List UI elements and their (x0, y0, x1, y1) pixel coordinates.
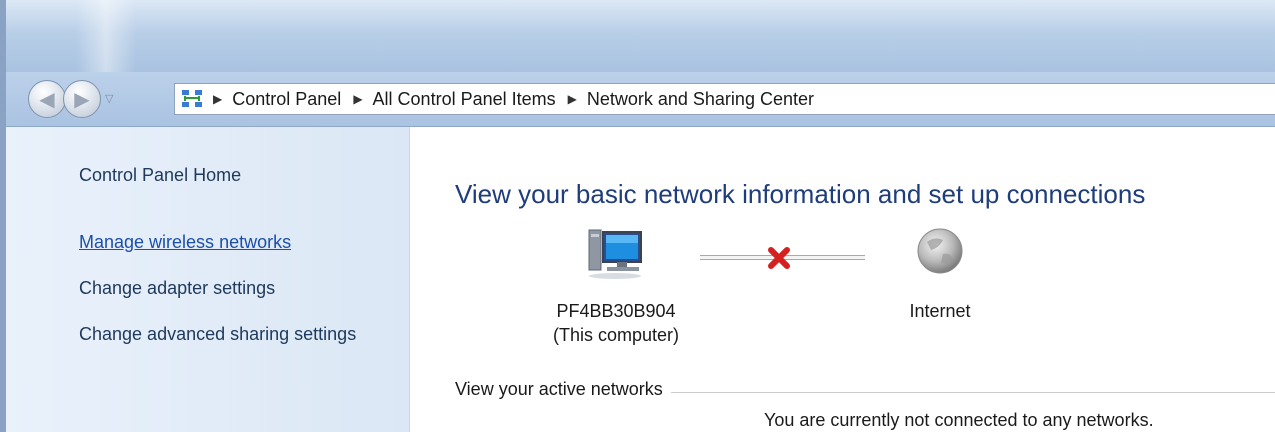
breadcrumb-separator-icon[interactable]: ▶ (353, 92, 362, 106)
breadcrumb-network-sharing[interactable]: Network and Sharing Center (587, 89, 814, 110)
internet-globe-icon[interactable] (915, 226, 965, 276)
breadcrumb-all-items[interactable]: All Control Panel Items (373, 89, 556, 110)
breadcrumb-separator-icon[interactable]: ▶ (213, 92, 222, 106)
computer-name: PF4BB30B904 (556, 301, 676, 321)
chevron-down-icon: ▽ (105, 93, 114, 105)
network-icon (181, 88, 203, 110)
back-button[interactable]: ◀ (28, 80, 66, 118)
explorer-window: ◀ ▶ ▽ ▶ Control Panel ▶ All Control Pane… (0, 0, 1275, 432)
forward-arrow-icon: ▶ (74, 88, 90, 111)
breadcrumb-separator-icon[interactable]: ▶ (568, 92, 577, 106)
title-bar-sheen (76, 0, 136, 72)
main-content: View your basic network information and … (410, 127, 1275, 432)
change-advanced-sharing-link[interactable]: Change advanced sharing settings (79, 323, 359, 346)
computer-label: PF4BB30B904 (This computer) (536, 299, 696, 347)
manage-wireless-networks-link[interactable]: Manage wireless networks (79, 231, 291, 254)
internet-label: Internet (909, 301, 971, 321)
computer-icon[interactable] (585, 226, 645, 282)
computer-subtitle: (This computer) (552, 325, 680, 345)
forward-button[interactable]: ▶ (63, 80, 101, 118)
change-adapter-settings-link[interactable]: Change adapter settings (79, 277, 275, 300)
navigation-bar: ◀ ▶ ▽ ▶ Control Panel ▶ All Control Pane… (6, 72, 1275, 127)
active-networks-heading: View your active networks (455, 379, 671, 400)
address-bar[interactable]: ▶ Control Panel ▶ All Control Panel Item… (174, 83, 1275, 115)
control-panel-home-link[interactable]: Control Panel Home (79, 164, 241, 187)
connection-status-text: You are currently not connected to any n… (764, 410, 1154, 430)
back-arrow-icon: ◀ (39, 88, 55, 111)
task-sidebar: Control Panel Home Manage wireless netwo… (6, 127, 410, 432)
recent-pages-button[interactable]: ▽ (105, 92, 113, 105)
title-bar[interactable] (6, 0, 1275, 72)
breadcrumb-control-panel[interactable]: Control Panel (232, 89, 341, 110)
red-x-icon[interactable] (764, 243, 794, 273)
